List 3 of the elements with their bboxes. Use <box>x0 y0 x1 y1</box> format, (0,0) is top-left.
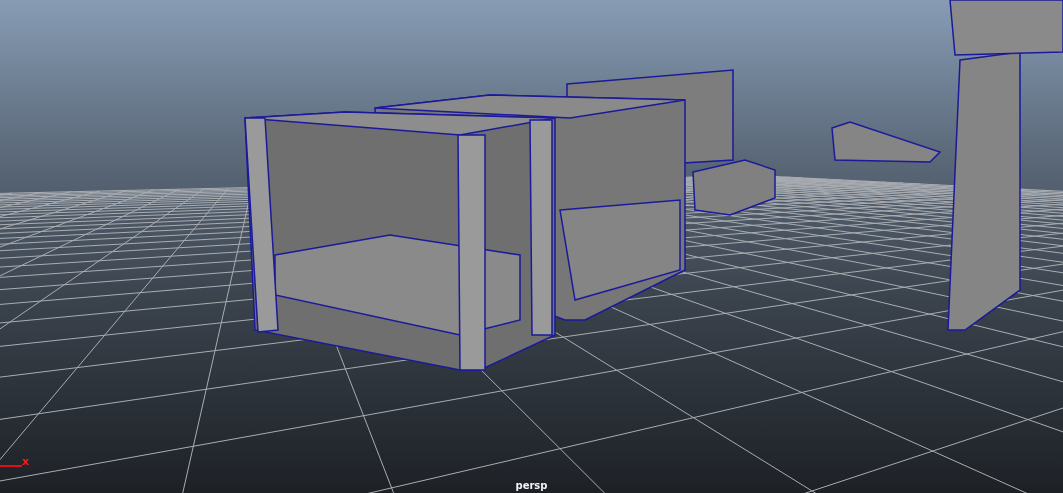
axis-line-icon <box>0 465 22 468</box>
camera-label: persp <box>515 480 548 492</box>
axis-label: x <box>22 456 30 467</box>
